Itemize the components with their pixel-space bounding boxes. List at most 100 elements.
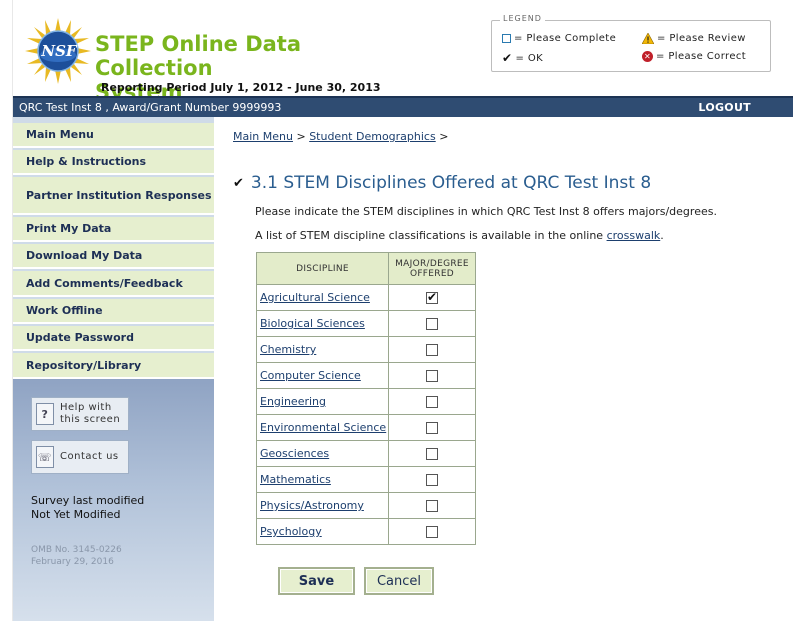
offered-checkbox[interactable] (426, 500, 438, 512)
sidebar-item-print-data[interactable]: Print My Data (13, 217, 214, 242)
offered-cell (388, 388, 476, 415)
disciplines-table: DISCIPLINE MAJOR/DEGREE OFFERED Agricult… (256, 252, 476, 545)
omb-date: February 29, 2016 (31, 557, 114, 567)
sidebar-item-partner-responses[interactable]: Partner Institution Responses (13, 177, 214, 215)
offered-checkbox[interactable] (426, 370, 438, 382)
discipline-link[interactable]: Mathematics (260, 473, 331, 486)
offered-checkbox[interactable] (426, 318, 438, 330)
breadcrumb: Main Menu > Student Demographics > (233, 130, 448, 143)
legend-complete: = Please Complete (502, 33, 616, 44)
legend-ok-label: = OK (515, 52, 544, 64)
header-offered: MAJOR/DEGREE OFFERED (388, 252, 476, 285)
logo-text: NSF (41, 42, 77, 60)
offered-checkbox[interactable] (426, 448, 438, 460)
main-content: Main Menu > Student Demographics > ✔ 3.1… (214, 117, 793, 621)
help-screen-label: Help with this screen (60, 402, 120, 426)
legend-correct-label: = Please Correct (656, 51, 747, 62)
warning-icon (642, 33, 654, 44)
discipline-link[interactable]: Computer Science (260, 369, 361, 382)
table-row: Computer Science (256, 362, 476, 389)
sidebar-item-add-comments[interactable]: Add Comments/Feedback (13, 271, 214, 297)
breadcrumb-main-menu[interactable]: Main Menu (233, 130, 293, 143)
sidebar-item-repository-library[interactable]: Repository/Library (13, 353, 214, 379)
discipline-link[interactable]: Agricultural Science (260, 291, 370, 304)
phone-icon: ☏ (36, 446, 54, 468)
offered-cell (388, 440, 476, 467)
institution-info: QRC Test Inst 8 , Award/Grant Number 999… (19, 101, 282, 114)
legend-ok: ✔ = OK (502, 51, 543, 65)
omb-info: OMB No. 3145-0226 February 29, 2016 (31, 544, 122, 568)
cancel-button[interactable]: Cancel (364, 567, 434, 595)
offered-cell (388, 362, 476, 389)
survey-modified: Survey last modified Not Yet Modified (31, 494, 144, 522)
discipline-cell: Engineering (256, 388, 389, 415)
discipline-link[interactable]: Engineering (260, 395, 326, 408)
sidebar-item-update-password[interactable]: Update Password (13, 326, 214, 351)
breadcrumb-separator: > (439, 130, 449, 143)
omb-number: OMB No. 3145-0226 (31, 545, 122, 555)
offered-checkbox[interactable] (426, 474, 438, 486)
table-header-row: DISCIPLINE MAJOR/DEGREE OFFERED (256, 252, 476, 285)
discipline-cell: Geosciences (256, 440, 389, 467)
header: NSF STEP Online Data Collection System R… (13, 0, 793, 104)
logout-button[interactable]: LOGOUT (698, 101, 751, 114)
offered-checkbox[interactable] (426, 526, 438, 538)
offered-cell (388, 492, 476, 519)
crosswalk-link[interactable]: crosswalk (607, 229, 661, 242)
sidebar-item-work-offline[interactable]: Work Offline (13, 299, 214, 324)
sidebar-item-help-instructions[interactable]: Help & Instructions (13, 150, 214, 175)
legend-box: LEGEND = Please Complete = Please Review… (491, 14, 771, 72)
app-title-line1: STEP Online Data Collection (95, 32, 302, 80)
breadcrumb-separator: > (296, 130, 306, 143)
discipline-link[interactable]: Biological Sciences (260, 317, 365, 330)
offered-checkbox[interactable] (426, 396, 438, 408)
discipline-cell: Agricultural Science (256, 284, 389, 311)
discipline-cell: Chemistry (256, 336, 389, 363)
offered-checkbox[interactable] (426, 344, 438, 356)
discipline-link[interactable]: Physics/Astronomy (260, 499, 364, 512)
header-discipline: DISCIPLINE (256, 252, 389, 285)
table-row: Environmental Science (256, 414, 476, 441)
table-row: Physics/Astronomy (256, 492, 476, 519)
legend-title: LEGEND (500, 14, 545, 23)
sidebar-item-download-data[interactable]: Download My Data (13, 244, 214, 269)
error-icon: ✕ (642, 51, 653, 62)
discipline-link[interactable]: Geosciences (260, 447, 329, 460)
offered-checkbox[interactable] (426, 422, 438, 434)
sidebar-item-main-menu[interactable]: Main Menu (13, 123, 214, 148)
save-button[interactable]: Save (278, 567, 355, 595)
discipline-link[interactable]: Environmental Science (260, 421, 386, 434)
discipline-cell: Biological Sciences (256, 310, 389, 337)
offered-cell (388, 336, 476, 363)
discipline-cell: Psychology (256, 518, 389, 545)
top-bar: QRC Test Inst 8 , Award/Grant Number 999… (13, 96, 793, 117)
help-line2: this screen (60, 414, 121, 425)
contact-us-button[interactable]: ☏ Contact us (31, 440, 129, 474)
header-offered-line2: OFFERED (409, 268, 455, 279)
crosswalk-note: A list of STEM discipline classification… (255, 229, 664, 242)
survey-modified-label: Survey last modified (31, 494, 145, 507)
offered-cell (388, 310, 476, 337)
page-frame: NSF STEP Online Data Collection System R… (12, 0, 793, 621)
table-row: Psychology (256, 518, 476, 545)
contact-us-label: Contact us (60, 451, 119, 462)
offered-cell (388, 414, 476, 441)
sidebar: Main Menu Help & Instructions Partner In… (13, 117, 214, 621)
table-row: Biological Sciences (256, 310, 476, 337)
page-title-text: 3.1 STEM Disciplines Offered at QRC Test… (250, 173, 652, 193)
crosswalk-note-end: . (660, 229, 664, 242)
table-row: Geosciences (256, 440, 476, 467)
disciplines-table-body: Agricultural Science Biological Sciences C… (256, 284, 476, 545)
checkmark-icon: ✔ (233, 175, 244, 191)
page-title: ✔ 3.1 STEM Disciplines Offered at QRC Te… (233, 173, 651, 193)
table-row: Agricultural Science (256, 284, 476, 311)
table-row: Chemistry (256, 336, 476, 363)
discipline-link[interactable]: Psychology (260, 525, 322, 538)
legend-complete-label: = Please Complete (514, 33, 617, 44)
breadcrumb-student-demographics[interactable]: Student Demographics (309, 130, 436, 143)
offered-checkbox[interactable] (426, 290, 438, 304)
reporting-period: Reporting Period July 1, 2012 - June 30,… (101, 81, 381, 94)
help-screen-button[interactable]: ? Help with this screen (31, 397, 129, 431)
header-offered-line1: MAJOR/DEGREE (395, 258, 469, 269)
discipline-link[interactable]: Chemistry (260, 343, 316, 356)
